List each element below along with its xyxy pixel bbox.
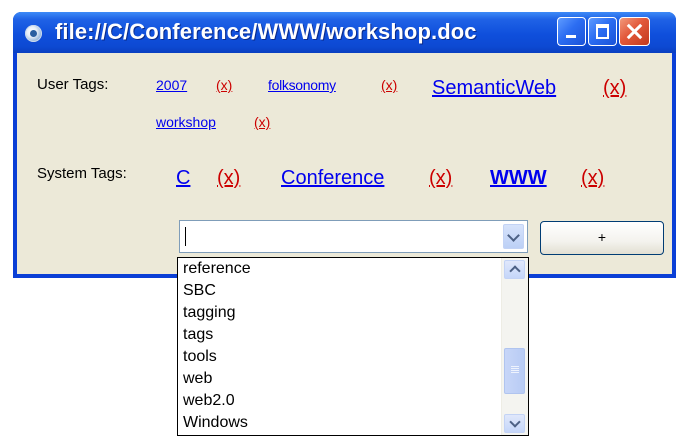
user-tag-semanticweb[interactable]: SemanticWeb xyxy=(432,77,556,100)
chevron-down-icon xyxy=(507,229,520,242)
dropdown-list: reference SBC tagging tags tools web web… xyxy=(178,258,500,434)
tag-combo-box[interactable] xyxy=(179,220,528,253)
chevron-up-icon xyxy=(509,265,521,277)
combo-dropdown-button[interactable] xyxy=(503,224,524,249)
close-icon xyxy=(620,18,649,45)
scroll-up-button[interactable] xyxy=(504,260,525,279)
maximize-icon xyxy=(596,24,609,39)
dropdown-scrollbar[interactable] xyxy=(501,258,528,435)
dropdown-option-tags[interactable]: tags xyxy=(178,324,500,346)
remove-user-tag-semanticweb[interactable]: (x) xyxy=(603,77,626,100)
chevron-down-icon xyxy=(509,416,521,428)
text-caret xyxy=(185,227,186,246)
minimize-icon xyxy=(566,35,576,38)
scrollbar-thumb[interactable] xyxy=(504,348,525,394)
system-tag-www[interactable]: WWW xyxy=(490,167,547,190)
dropdown-option-tagging[interactable]: tagging xyxy=(178,302,500,324)
dropdown-option-sbc[interactable]: SBC xyxy=(178,280,500,302)
user-tags-label: User Tags: xyxy=(37,76,109,93)
add-tag-button[interactable]: + xyxy=(540,221,664,255)
system-tags-label: System Tags: xyxy=(37,165,127,182)
maximize-button[interactable] xyxy=(588,17,617,46)
tag-input[interactable] xyxy=(182,223,494,249)
system-tag-c[interactable]: C xyxy=(176,167,190,190)
remove-system-tag-c[interactable]: (x) xyxy=(217,167,240,190)
dropdown-option-web[interactable]: web xyxy=(178,368,500,390)
system-tag-conference[interactable]: Conference xyxy=(281,167,384,190)
dropdown-option-windows[interactable]: Windows xyxy=(178,412,500,434)
app-icon xyxy=(25,25,42,42)
remove-user-tag-folksonomy[interactable]: (x) xyxy=(381,77,397,93)
user-tag-folksonomy[interactable]: folksonomy xyxy=(268,77,336,93)
dropdown-option-tools[interactable]: tools xyxy=(178,346,500,368)
dropdown-option-web2-0[interactable]: web2.0 xyxy=(178,390,500,412)
remove-user-tag-workshop[interactable]: (x) xyxy=(254,114,270,130)
minimize-button[interactable] xyxy=(557,17,586,46)
title-bar[interactable]: file://C/Conference/WWW/workshop.doc xyxy=(13,12,676,53)
close-button[interactable] xyxy=(619,17,650,46)
remove-system-tag-www[interactable]: (x) xyxy=(581,167,604,190)
window-title: file://C/Conference/WWW/workshop.doc xyxy=(55,19,477,44)
tag-suggestions-dropdown[interactable]: reference SBC tagging tags tools web web… xyxy=(177,257,529,436)
remove-system-tag-conference[interactable]: (x) xyxy=(429,167,452,190)
remove-user-tag-2007[interactable]: (x) xyxy=(216,77,232,93)
dropdown-option-reference[interactable]: reference xyxy=(178,258,500,280)
grip-icon xyxy=(511,366,519,374)
scroll-down-button[interactable] xyxy=(504,414,525,433)
user-tag-2007[interactable]: 2007 xyxy=(156,77,187,93)
user-tag-workshop[interactable]: workshop xyxy=(156,114,216,130)
